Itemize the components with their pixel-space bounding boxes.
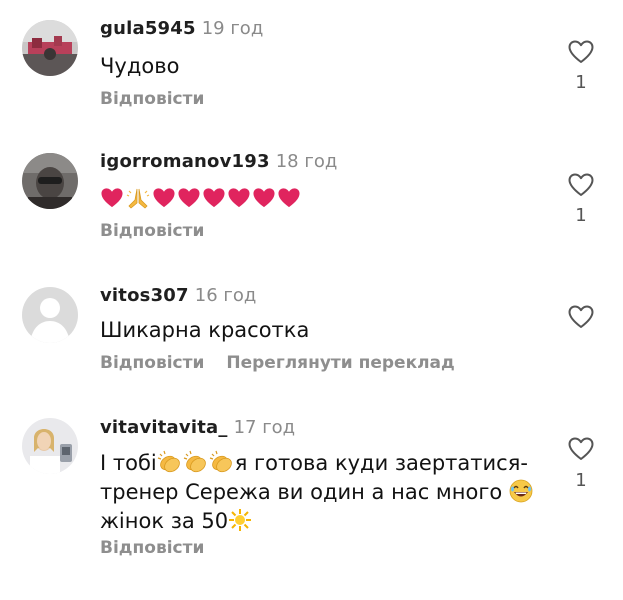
comment-meta: vitavitavita_ 17 год — [100, 417, 295, 439]
comment-item: vitavitavita_ 17 год І тобі я готова куди … — [0, 0, 623, 580]
clapping-hands-emoji — [157, 450, 180, 473]
heart-outline-icon[interactable] — [568, 437, 594, 461]
username[interactable]: vitavitavita_ — [100, 417, 228, 438]
comment-text-part: І тобі — [100, 451, 157, 475]
like-count: 1 — [575, 470, 587, 491]
reply-button[interactable]: Відповісти — [100, 538, 204, 558]
sun-emoji — [229, 509, 252, 531]
avatar-photo-image — [22, 418, 78, 474]
comment-text: І тобі я готова куди заертатися-тренер Се… — [100, 449, 540, 536]
comment-text-part: жінок за 50 — [100, 509, 229, 533]
avatar[interactable] — [22, 418, 78, 474]
timestamp: 17 год — [233, 417, 296, 438]
comment-actions: Відповісти — [100, 538, 204, 558]
clapping-hands-emoji — [183, 450, 206, 473]
clapping-hands-emoji — [209, 450, 232, 473]
laughing-face-emoji — [509, 479, 533, 503]
